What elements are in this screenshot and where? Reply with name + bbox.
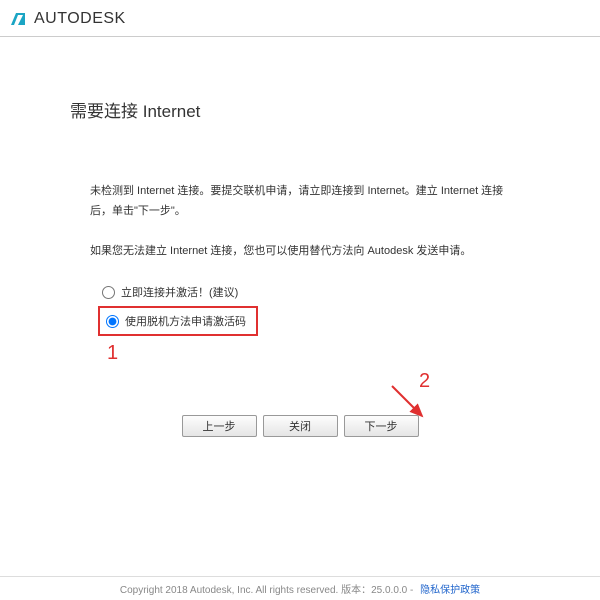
button-row: 上一步 关闭 下一步 — [0, 415, 600, 437]
radio-group: 立即连接并激活！(建议) 使用脱机方法申请激活码 — [98, 281, 530, 336]
radio-option-connect-now[interactable]: 立即连接并激活！(建议) — [98, 281, 530, 303]
radio-offline[interactable] — [106, 315, 119, 328]
main-content: 需要连接 Internet 未检测到 Internet 连接。要提交联机申请，请… — [0, 37, 600, 356]
privacy-link[interactable]: 隐私保护政策 — [420, 585, 480, 596]
highlight-box: 使用脱机方法申请激活码 — [98, 306, 258, 336]
annotation-marker-2: 2 — [419, 370, 430, 393]
radio-connect-now-label[interactable]: 立即连接并激活！(建议) — [121, 284, 238, 300]
back-button[interactable]: 上一步 — [182, 415, 257, 437]
brand-text: AUTODESK — [34, 10, 126, 28]
autodesk-logo-icon — [10, 10, 28, 28]
header: AUTODESK — [0, 0, 600, 37]
paragraph-2: 如果您无法建立 Internet 连接，您也可以使用替代方法向 Autodesk… — [90, 242, 510, 262]
next-button[interactable]: 下一步 — [344, 415, 419, 437]
radio-option-offline[interactable]: 使用脱机方法申请激活码 — [102, 310, 250, 332]
close-button[interactable]: 关闭 — [263, 415, 338, 437]
radio-connect-now[interactable] — [102, 286, 115, 299]
page-title: 需要连接 Internet — [70, 97, 530, 122]
radio-offline-label[interactable]: 使用脱机方法申请激活码 — [125, 313, 246, 329]
body-text: 未检测到 Internet 连接。要提交联机申请，请立即连接到 Internet… — [90, 182, 510, 261]
copyright-text: Copyright 2018 Autodesk, Inc. All rights… — [120, 585, 413, 596]
paragraph-1: 未检测到 Internet 连接。要提交联机申请，请立即连接到 Internet… — [90, 182, 510, 222]
footer: Copyright 2018 Autodesk, Inc. All rights… — [0, 576, 600, 596]
annotation-marker-1: 1 — [107, 342, 118, 365]
